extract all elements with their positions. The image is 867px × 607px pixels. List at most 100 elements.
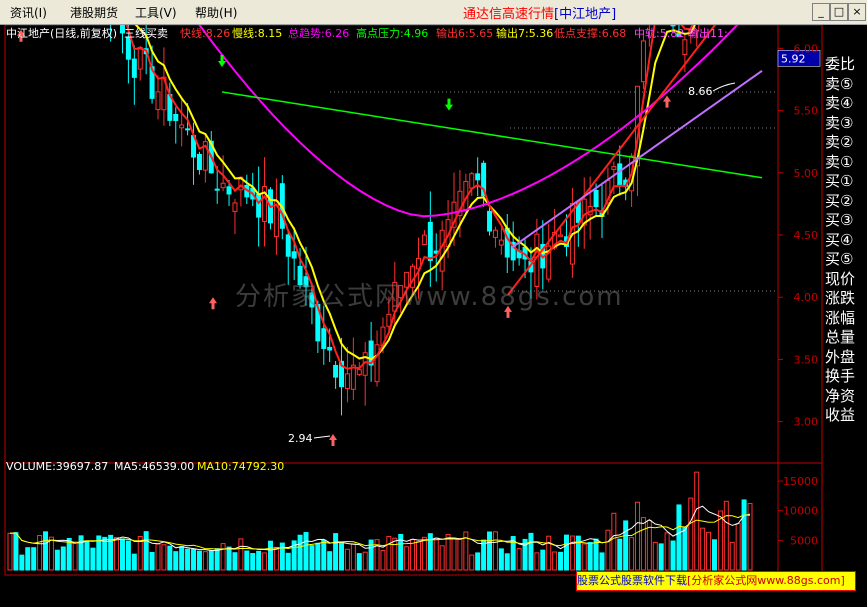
volume-bar [327, 551, 333, 571]
volume-bar [445, 533, 451, 571]
volume-bar [350, 543, 356, 571]
volume-bar [185, 548, 191, 571]
low-pointer [313, 435, 331, 439]
volume-bar [173, 551, 179, 571]
kline-chart[interactable]: 9.008.508.007.507.006.506.005.505.004.50… [0, 0, 867, 603]
volume-bar [19, 554, 25, 571]
volume-label: VOLUME:39697.87 [6, 460, 108, 473]
volume-bar [196, 550, 202, 571]
indicator-value-label: 总趋势:6.26 [288, 26, 349, 40]
volume-bar [84, 541, 90, 571]
high-pointer [712, 82, 736, 92]
quote-field-label: 净资 [825, 386, 856, 405]
quote-field-label: 买② [825, 191, 854, 210]
candle-body [344, 373, 350, 390]
candle-body [611, 166, 617, 170]
volume-bar [161, 544, 167, 571]
volume-bar [605, 529, 611, 571]
candle-body [285, 234, 291, 257]
volume-bar [706, 531, 712, 571]
volume-bar [421, 536, 427, 571]
volume-bar [143, 531, 149, 571]
volume-bar [297, 534, 303, 571]
volume-bar [439, 545, 445, 571]
volume-bar [593, 538, 599, 571]
volume-axis-label: 5000 [790, 534, 818, 547]
candle-body [475, 173, 481, 181]
volume-bar [125, 540, 131, 571]
resistance-line [221, 91, 763, 179]
volume-bar [711, 539, 717, 571]
menu-help[interactable]: 帮助(H) [195, 4, 237, 21]
volume-bar [410, 539, 416, 571]
volume-bar [155, 543, 161, 571]
indicator-value-label: 高点压力:4.96 [356, 26, 428, 40]
volume-bar [7, 532, 13, 571]
volume-bar [404, 546, 410, 571]
candle-body [487, 210, 493, 232]
volume-bar [599, 552, 605, 571]
volume-bar [433, 537, 439, 571]
volume-ma5-label: MA5:46539.00 [114, 460, 194, 473]
volume-bar [315, 542, 321, 571]
volume-bar [617, 538, 623, 571]
volume-bar [528, 532, 534, 571]
candlesticks [104, 0, 706, 416]
quote-panel: 委比 卖⑤ 卖④ 卖③ 卖② 卖① 买① 买② 买③ 买④ 买⑤ 现价 涨跌 涨幅 总量 外盘 换手 净资 收益 [823, 25, 867, 425]
maximize-button[interactable]: □ [830, 3, 848, 21]
quote-field-label: 现价 [825, 269, 856, 288]
price-axis-label: 3.00 [794, 416, 819, 429]
volume-bar [392, 537, 398, 571]
volume-bar [309, 545, 315, 571]
volume-bar [344, 548, 350, 571]
candle-body [214, 188, 220, 191]
candle-body [617, 163, 623, 186]
volume-bar [149, 551, 155, 571]
candle-body [125, 36, 131, 60]
app-title-text: 通达信高速行情 [463, 7, 555, 22]
volume-bar [374, 539, 380, 571]
menu-tools[interactable]: 工具(V) [135, 4, 177, 21]
watermark: 分析家公式网www.88gs.com [235, 282, 624, 312]
candle-body [173, 114, 179, 122]
high-price-label: 8.66 [688, 85, 713, 98]
buy-signal-icon [209, 297, 217, 310]
volume-bar [54, 549, 60, 571]
chart-area[interactable]: 9.008.508.007.507.006.506.005.505.004.50… [0, 0, 867, 603]
menu-news[interactable]: 资讯(I) [10, 4, 47, 21]
volume-bar [629, 537, 635, 571]
download-banner[interactable]: 股票公式股票软件下载[分析家公式网www.88gs.com] [576, 571, 856, 591]
candle-body [226, 186, 232, 195]
quote-field-label: 总量 [825, 328, 856, 346]
volume-bar [688, 497, 694, 571]
volume-bar [119, 538, 125, 571]
volume-bar [238, 538, 244, 571]
candle-body [356, 369, 362, 376]
candle-body [185, 128, 191, 131]
volume-bar [244, 550, 250, 571]
candle-body [498, 239, 504, 246]
quote-field-label: 收益 [825, 406, 856, 424]
volume-bar [48, 536, 54, 571]
volume-bar [563, 534, 569, 571]
low-price-label: 2.94 [288, 432, 313, 445]
indicator-value-label: 输出6:5.65 [436, 26, 493, 40]
close-button[interactable]: × [848, 3, 866, 21]
price-axis-label: 5.50 [794, 105, 819, 118]
volume-bar [256, 550, 262, 571]
volume-axis-label: 10000 [783, 505, 818, 518]
quote-field-label: 涨幅 [825, 308, 856, 327]
banner-site: [分析家公式网www.88gs.com] [687, 574, 845, 587]
volume-bar [729, 541, 735, 571]
volume-bar [664, 532, 670, 571]
volume-bar [220, 543, 226, 571]
quote-field-label: 委比 [825, 55, 856, 73]
volume-bar [457, 537, 463, 571]
candle-body [374, 344, 380, 383]
formula-name-label: 三线买卖 [124, 26, 168, 40]
menu-hk-futures[interactable]: 港股期货 [70, 4, 118, 21]
volume-bars [7, 471, 753, 571]
volume-bar [581, 543, 587, 571]
minimize-button[interactable]: _ [812, 3, 830, 21]
volume-bar [232, 552, 238, 571]
